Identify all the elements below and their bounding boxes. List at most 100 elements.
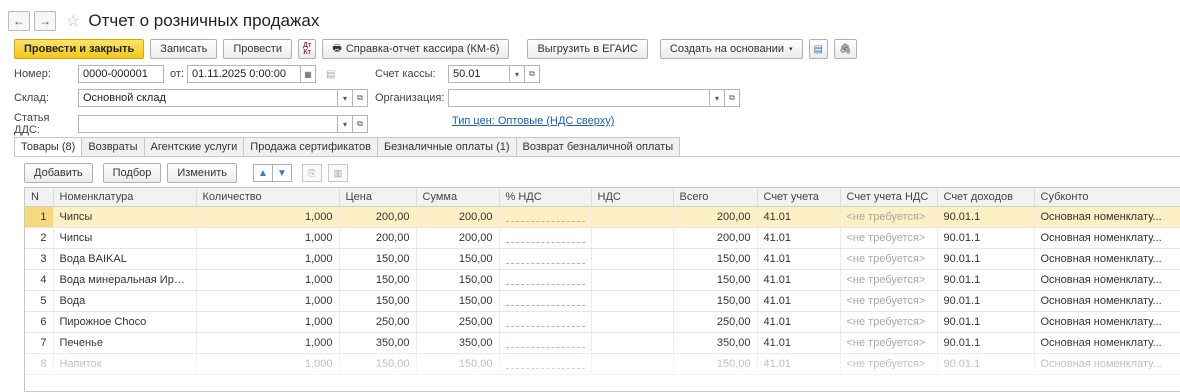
- table-cell[interactable]: Основная номенклату...: [1034, 353, 1180, 375]
- table-cell[interactable]: 1,000: [196, 206, 340, 228]
- table-cell[interactable]: 350,00: [416, 332, 500, 354]
- column-header[interactable]: Всего: [673, 188, 758, 207]
- table-cell[interactable]: 90.01.1: [937, 269, 1035, 291]
- table-cell[interactable]: 2: [25, 227, 54, 249]
- column-header[interactable]: Номенклатура: [53, 188, 197, 207]
- table-cell[interactable]: 41.01: [757, 269, 841, 291]
- change-button[interactable]: Изменить: [167, 163, 237, 183]
- tab-agent-services[interactable]: Агентские услуги: [144, 137, 245, 157]
- table-cell[interactable]: 150,00: [673, 290, 758, 312]
- table-cell[interactable]: 1,000: [196, 248, 340, 270]
- table-cell[interactable]: [499, 332, 592, 354]
- table-cell[interactable]: 1: [25, 206, 54, 228]
- calendar-button[interactable]: ▦: [300, 65, 316, 83]
- table-cell[interactable]: 350,00: [673, 332, 758, 354]
- table-cell[interactable]: 1,000: [196, 290, 340, 312]
- table-cell[interactable]: <не требуется>: [840, 227, 938, 249]
- date-settings-icon[interactable]: ▤: [326, 69, 335, 80]
- move-up-button[interactable]: ▲: [253, 164, 273, 182]
- table-cell[interactable]: [591, 311, 674, 333]
- cashier-report-button[interactable]: 🖶 Справка-отчет кассира (КМ-6): [322, 39, 510, 59]
- table-cell[interactable]: Основная номенклату...: [1034, 206, 1180, 228]
- table-cell[interactable]: 150,00: [339, 248, 417, 270]
- table-cell[interactable]: 3: [25, 248, 54, 270]
- table-cell[interactable]: 90.01.1: [937, 290, 1035, 312]
- egais-export-button[interactable]: Выгрузить в ЕГАИС: [527, 39, 648, 59]
- column-header[interactable]: Цена: [339, 188, 417, 207]
- column-header[interactable]: Субконто: [1034, 188, 1180, 207]
- table-cell[interactable]: 90.01.1: [937, 353, 1035, 375]
- number-field[interactable]: 0000-000001: [78, 65, 164, 83]
- table-cell[interactable]: 150,00: [416, 353, 500, 375]
- table-cell[interactable]: 41.01: [757, 248, 841, 270]
- table-row[interactable]: 2 Чипсы 1,000 200,00 200,00 200,00 41.01 <не тр…: [25, 227, 1180, 249]
- table-cell[interactable]: Основная номенклату...: [1034, 248, 1180, 270]
- table-cell[interactable]: [499, 206, 592, 228]
- tab-returns[interactable]: Возвраты: [82, 137, 145, 157]
- table-cell[interactable]: 4: [25, 269, 54, 291]
- table-cell[interactable]: 200,00: [339, 206, 417, 228]
- column-header[interactable]: НДС: [591, 188, 674, 207]
- post-button[interactable]: Провести: [223, 39, 292, 59]
- favorite-star-icon[interactable]: ☆: [66, 11, 80, 31]
- table-cell[interactable]: [499, 248, 592, 270]
- table-cell[interactable]: 250,00: [416, 311, 500, 333]
- table-cell[interactable]: <не требуется>: [840, 353, 938, 375]
- column-header[interactable]: Счет учета НДС: [840, 188, 938, 207]
- table-cell[interactable]: 150,00: [673, 248, 758, 270]
- table-cell[interactable]: [591, 227, 674, 249]
- table-cell[interactable]: 41.01: [757, 353, 841, 375]
- attach-button[interactable]: 🖇: [833, 39, 857, 59]
- table-cell[interactable]: 90.01.1: [937, 248, 1035, 270]
- table-cell[interactable]: 150,00: [339, 353, 417, 375]
- column-header[interactable]: N: [25, 188, 54, 207]
- table-cell[interactable]: Основная номенклату...: [1034, 332, 1180, 354]
- table-cell[interactable]: 200,00: [416, 206, 500, 228]
- table-cell[interactable]: Основная номенклату...: [1034, 227, 1180, 249]
- table-cell[interactable]: Основная номенклату...: [1034, 269, 1180, 291]
- cash-account-open[interactable]: ⧉: [525, 65, 540, 83]
- organization-open[interactable]: ⧉: [725, 89, 740, 107]
- table-cell[interactable]: 200,00: [673, 227, 758, 249]
- table-row[interactable]: 6 Пирожное Choco 1,000 250,00 250,00 250,00 41…: [25, 311, 1180, 333]
- table-cell[interactable]: 6: [25, 311, 54, 333]
- date-field[interactable]: 01.11.2025 0:00:00: [186, 65, 301, 83]
- warehouse-open[interactable]: ⧉: [353, 89, 368, 107]
- table-cell[interactable]: 41.01: [757, 332, 841, 354]
- column-header[interactable]: Сумма: [416, 188, 500, 207]
- table-cell[interactable]: [591, 290, 674, 312]
- structure-button[interactable]: ▤: [808, 39, 828, 59]
- dds-field[interactable]: [78, 115, 338, 133]
- table-cell[interactable]: Основная номенклату...: [1034, 311, 1180, 333]
- table-cell[interactable]: 150,00: [339, 269, 417, 291]
- table-cell[interactable]: 350,00: [339, 332, 417, 354]
- tab-goods[interactable]: Товары (8): [14, 137, 83, 157]
- tab-certificate-sales[interactable]: Продажа сертификатов: [244, 137, 378, 157]
- paste-button[interactable]: ▥: [328, 164, 348, 182]
- add-row-button[interactable]: Добавить: [24, 163, 93, 183]
- create-based-on-button[interactable]: Создать на основании ▾: [659, 39, 803, 59]
- table-cell[interactable]: 250,00: [673, 311, 758, 333]
- back-button[interactable]: ←: [8, 11, 30, 31]
- dds-dropdown[interactable]: ▾: [338, 115, 353, 133]
- column-header[interactable]: Количество: [196, 188, 340, 207]
- table-cell[interactable]: 7: [25, 332, 54, 354]
- table-cell[interactable]: 150,00: [416, 290, 500, 312]
- column-header[interactable]: % НДС: [499, 188, 592, 207]
- table-cell[interactable]: [591, 353, 674, 375]
- table-cell[interactable]: [499, 353, 592, 375]
- table-cell[interactable]: 1,000: [196, 227, 340, 249]
- table-cell[interactable]: 200,00: [673, 206, 758, 228]
- table-cell[interactable]: <не требуется>: [840, 269, 938, 291]
- column-header[interactable]: Счет доходов: [937, 188, 1035, 207]
- table-cell[interactable]: 150,00: [339, 290, 417, 312]
- column-header[interactable]: Счет учета: [757, 188, 841, 207]
- table-cell[interactable]: 150,00: [416, 269, 500, 291]
- move-down-button[interactable]: ▼: [272, 164, 292, 182]
- table-cell[interactable]: <не требуется>: [840, 206, 938, 228]
- table-cell[interactable]: [591, 332, 674, 354]
- forward-button[interactable]: →: [34, 11, 56, 31]
- table-cell[interactable]: [591, 248, 674, 270]
- warehouse-field[interactable]: Основной склад: [78, 89, 338, 107]
- dt-kt-button[interactable]: Дт Кт: [297, 39, 317, 59]
